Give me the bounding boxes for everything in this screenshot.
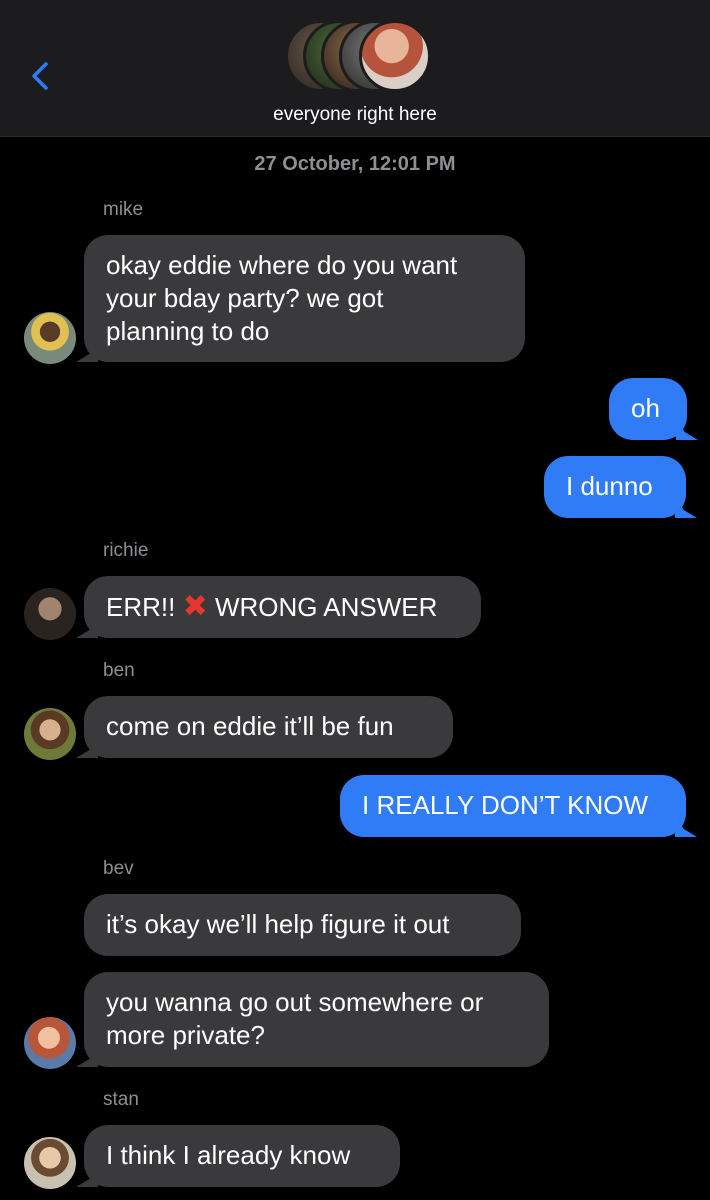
- message-bubble-outgoing[interactable]: I REALLY DON’T KNOW: [340, 775, 686, 837]
- message-text: I think I already know: [106, 1140, 351, 1170]
- message-line: more private?: [106, 1020, 265, 1050]
- message-text: I REALLY DON’T KNOW: [362, 790, 649, 820]
- message-bubble[interactable]: ERR!! ✖ WRONG ANSWER: [84, 576, 481, 638]
- avatar-richie[interactable]: [24, 588, 76, 640]
- message-line: okay eddie where do you want: [106, 250, 458, 280]
- avatar-stan[interactable]: [24, 1137, 76, 1189]
- chat-header: everyone right here: [0, 0, 710, 137]
- message-text: it’s okay we’ll help figure it out: [106, 909, 450, 939]
- message-bubble[interactable]: you wanna go out somewhere or more priva…: [84, 972, 549, 1067]
- sender-name: stan: [103, 1089, 139, 1110]
- cross-mark-icon: ✖: [182, 590, 208, 623]
- back-button[interactable]: [22, 56, 62, 96]
- chevron-left-icon: [32, 62, 48, 90]
- sender-name: bev: [103, 858, 134, 879]
- avatar-bev[interactable]: [24, 1017, 76, 1069]
- message-line: you wanna go out somewhere or: [106, 987, 484, 1017]
- message-bubble[interactable]: come on eddie it’ll be fun: [84, 696, 453, 758]
- message-bubble[interactable]: I think I already know: [84, 1125, 400, 1187]
- message-text: oh: [631, 393, 660, 423]
- message-line: planning to do: [106, 316, 270, 346]
- avatar-ben[interactable]: [24, 708, 76, 760]
- message-timestamp: 27 October, 12:01 PM: [254, 153, 456, 175]
- message-text: come on eddie it’ll be fun: [106, 711, 394, 741]
- message-bubble[interactable]: it’s okay we’ll help figure it out: [84, 894, 521, 956]
- sender-name: mike: [103, 199, 144, 220]
- group-avatar-stack[interactable]: [285, 20, 431, 92]
- message-text: WRONG ANSWER: [214, 592, 438, 622]
- sender-name: richie: [103, 540, 149, 561]
- message-bubble-outgoing[interactable]: oh: [609, 378, 687, 440]
- member-avatar: [359, 20, 431, 92]
- avatar-mike[interactable]: [24, 312, 76, 364]
- message-bubble-outgoing[interactable]: I dunno: [544, 456, 686, 518]
- sender-name: ben: [103, 660, 135, 681]
- message-text: I dunno: [566, 471, 653, 501]
- message-line: your bday party? we got: [106, 283, 384, 313]
- message-text: ERR!!: [106, 592, 176, 622]
- message-bubble[interactable]: okay eddie where do you want your bday p…: [84, 235, 525, 362]
- group-title[interactable]: everyone right here: [0, 104, 710, 126]
